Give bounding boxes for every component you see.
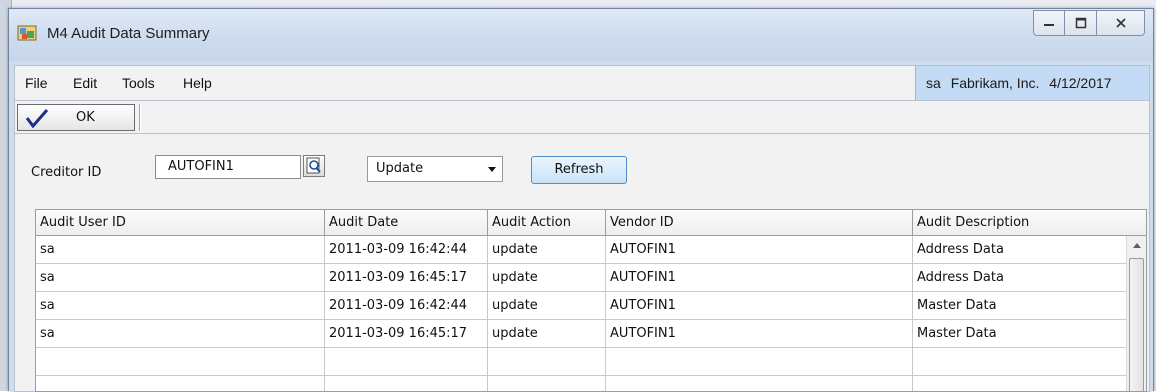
- cell-audit-description: Address Data: [917, 270, 1004, 285]
- cell-audit-action: update: [488, 320, 606, 348]
- audit-summary-window: M4 Audit Data Summary File Edit Tools He…: [8, 8, 1154, 392]
- cell-vendor-id: AUTOFIN1: [606, 264, 913, 292]
- table-row[interactable]: [36, 376, 1128, 391]
- table-row[interactable]: sa 2011-03-09 16:45:17 update AUTOFIN1 M…: [36, 320, 1128, 348]
- main-content: Creditor ID AUTOFIN1 Update Refresh Audi…: [14, 134, 1150, 392]
- cell-audit-user-id: sa: [36, 264, 325, 292]
- company-name: Fabrikam, Inc.: [950, 75, 1040, 91]
- creditor-id-field[interactable]: AUTOFIN1: [155, 155, 301, 179]
- cell-audit-action: [488, 376, 606, 391]
- column-header-audit-user-id[interactable]: Audit User ID: [36, 210, 325, 236]
- cell-vendor-id: [606, 376, 913, 391]
- cell-audit-description: Master Data: [917, 326, 997, 341]
- cell-audit-action: update: [488, 264, 606, 292]
- cell-audit-user-id: sa: [36, 320, 325, 348]
- column-header-audit-date[interactable]: Audit Date: [325, 210, 488, 236]
- cell-audit-action: [488, 348, 606, 376]
- menu-edit[interactable]: Edit: [73, 75, 97, 91]
- cell-vendor-id: AUTOFIN1: [606, 292, 913, 320]
- refresh-button[interactable]: Refresh: [531, 156, 627, 184]
- grid-body: sa 2011-03-09 16:42:44 update AUTOFIN1 A…: [36, 236, 1128, 391]
- column-header-audit-description[interactable]: Audit Description: [913, 210, 1128, 236]
- lookup-icon[interactable]: [303, 155, 325, 177]
- ok-button[interactable]: OK: [17, 104, 135, 131]
- title-bar[interactable]: M4 Audit Data Summary: [9, 9, 1153, 61]
- table-row[interactable]: sa 2011-03-09 16:42:44 update AUTOFIN1 A…: [36, 236, 1128, 264]
- cell-audit-action: update: [488, 292, 606, 320]
- maximize-icon[interactable]: [1065, 10, 1097, 36]
- checkmark-icon: [24, 107, 50, 133]
- table-row[interactable]: sa 2011-03-09 16:42:44 update AUTOFIN1 M…: [36, 292, 1128, 320]
- column-header-vendor-id[interactable]: Vendor ID: [606, 210, 913, 236]
- menu-help[interactable]: Help: [183, 75, 212, 91]
- cell-audit-date: [325, 348, 488, 376]
- toolbar-separator: [139, 104, 141, 131]
- cell-audit-user-id: sa: [36, 236, 325, 264]
- audit-action-value: Update: [376, 161, 424, 176]
- minimize-icon[interactable]: [1033, 10, 1065, 36]
- cell-audit-date: 2011-03-09 16:42:44: [325, 292, 488, 320]
- cell-audit-date: 2011-03-09 16:45:17: [325, 264, 488, 292]
- user-id: sa: [926, 75, 941, 91]
- column-header-audit-action[interactable]: Audit Action: [488, 210, 606, 236]
- scrollbar-thumb[interactable]: [1129, 258, 1144, 391]
- table-row[interactable]: [36, 348, 1128, 376]
- menu-file[interactable]: File: [25, 75, 48, 91]
- menu-tools[interactable]: Tools: [122, 75, 155, 91]
- close-icon[interactable]: [1097, 10, 1145, 36]
- grid-header: Audit User ID Audit Date Audit Action Ve…: [36, 210, 1146, 236]
- ok-label: OK: [76, 110, 95, 125]
- cell-audit-description: [913, 376, 1128, 391]
- menu-bar: File Edit Tools Help sa Fabrikam, Inc. 4…: [14, 65, 1150, 101]
- cell-audit-description: Address Data: [917, 242, 1004, 257]
- cell-vendor-id: AUTOFIN1: [606, 320, 913, 348]
- scroll-up-icon[interactable]: [1127, 236, 1146, 254]
- cell-audit-user-id: [36, 348, 325, 376]
- audit-data-grid: Audit User ID Audit Date Audit Action Ve…: [35, 209, 1147, 392]
- user-date: 4/12/2017: [1049, 75, 1112, 91]
- cell-audit-date: 2011-03-09 16:45:17: [325, 320, 488, 348]
- app-icon: [17, 23, 39, 43]
- cell-vendor-id: [606, 348, 913, 376]
- cell-vendor-id: AUTOFIN1: [606, 236, 913, 264]
- chevron-down-icon: [488, 167, 496, 172]
- cell-audit-user-id: sa: [36, 292, 325, 320]
- cell-audit-date: 2011-03-09 16:42:44: [325, 236, 488, 264]
- creditor-id-label: Creditor ID: [31, 165, 102, 180]
- vertical-scrollbar[interactable]: [1126, 236, 1146, 391]
- toolbar: OK: [14, 101, 1150, 134]
- audit-action-dropdown[interactable]: Update: [367, 156, 503, 182]
- cell-audit-description: [913, 348, 1128, 376]
- user-company-date-bar[interactable]: sa Fabrikam, Inc. 4/12/2017: [915, 66, 1149, 100]
- cell-audit-date: [325, 376, 488, 391]
- cell-audit-action: update: [488, 236, 606, 264]
- window-title: M4 Audit Data Summary: [47, 25, 210, 42]
- cell-audit-description: Master Data: [917, 298, 997, 313]
- cell-audit-user-id: [36, 376, 325, 391]
- window-controls: [1033, 10, 1145, 36]
- table-row[interactable]: sa 2011-03-09 16:45:17 update AUTOFIN1 A…: [36, 264, 1128, 292]
